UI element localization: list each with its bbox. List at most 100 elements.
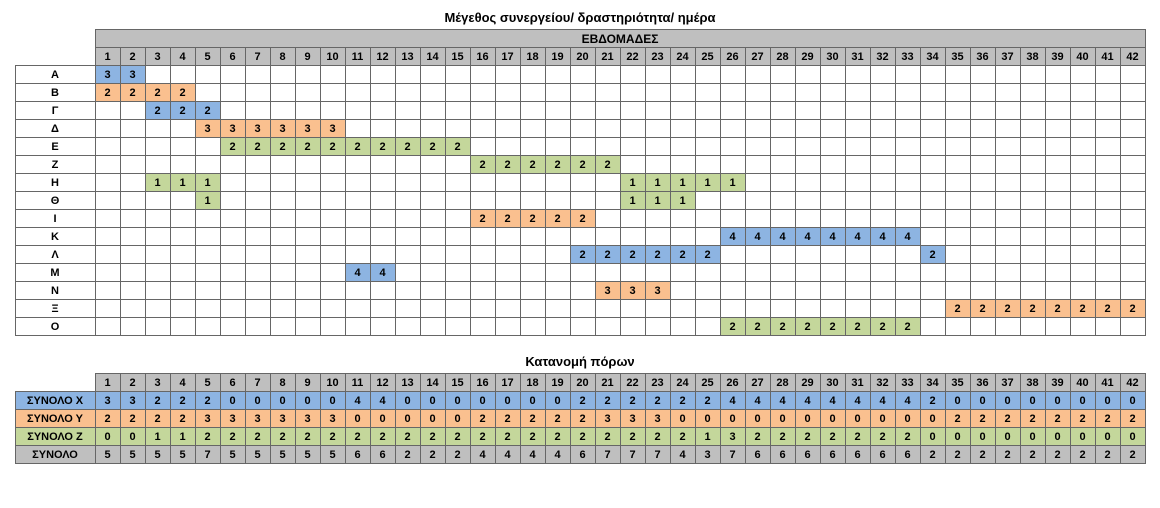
cell-Ν-41: [1095, 282, 1120, 300]
cell-Α-13: [395, 66, 420, 84]
total-ΣΥΝΟΛΟ-5: 7: [195, 446, 220, 464]
cell-Γ-2: [120, 102, 145, 120]
cell-Γ-27: [745, 102, 770, 120]
total-ΣΥΝΟΛΟ Χ-39: 0: [1045, 392, 1070, 410]
cell-Λ-24: 2: [670, 246, 695, 264]
cell-Δ-41: [1095, 120, 1120, 138]
cell-Ξ-6: [220, 300, 245, 318]
cell-Κ-4: [170, 228, 195, 246]
total-ΣΥΝΟΛΟ Χ-27: 4: [745, 392, 770, 410]
total-label-ΣΥΝΟΛΟ Χ: ΣΥΝΟΛΟ Χ: [15, 392, 95, 410]
cell-Ζ-40: [1070, 156, 1095, 174]
cell-Η-2: [120, 174, 145, 192]
cell-Γ-15: [445, 102, 470, 120]
cell-Ε-20: [570, 138, 595, 156]
cell-Α-30: [820, 66, 845, 84]
cell-Ι-39: [1045, 210, 1070, 228]
cell-Δ-39: [1045, 120, 1070, 138]
cell-Ο-32: 2: [870, 318, 895, 336]
cell-Ζ-24: [670, 156, 695, 174]
cell-Θ-28: [770, 192, 795, 210]
total-ΣΥΝΟΛΟ Χ-40: 0: [1070, 392, 1095, 410]
cell-Ο-24: [670, 318, 695, 336]
cell-Μ-8: [270, 264, 295, 282]
cell-Β-37: [995, 84, 1020, 102]
total-ΣΥΝΟΛΟ Χ-7: 0: [245, 392, 270, 410]
total-ΣΥΝΟΛΟ Ζ-40: 0: [1070, 428, 1095, 446]
cell-Ι-4: [170, 210, 195, 228]
cell-Ι-30: [820, 210, 845, 228]
total-ΣΥΝΟΛΟ-40: 2: [1070, 446, 1095, 464]
cell-Λ-32: [870, 246, 895, 264]
total-ΣΥΝΟΛΟ-9: 5: [295, 446, 320, 464]
cell-Ο-12: [370, 318, 395, 336]
cell-Ξ-37: 2: [995, 300, 1020, 318]
cell-Ε-21: [595, 138, 620, 156]
cell-Κ-10: [320, 228, 345, 246]
cell-Ν-25: [695, 282, 720, 300]
total-ΣΥΝΟΛΟ Ζ-5: 2: [195, 428, 220, 446]
cell-Ι-19: 2: [545, 210, 570, 228]
total-ΣΥΝΟΛΟ Ζ-13: 2: [395, 428, 420, 446]
total-ΣΥΝΟΛΟ Υ-37: 2: [995, 410, 1020, 428]
cell-Ε-30: [820, 138, 845, 156]
cell-Ξ-35: 2: [945, 300, 970, 318]
total-ΣΥΝΟΛΟ-32: 6: [870, 446, 895, 464]
cell-Ο-6: [220, 318, 245, 336]
total-ΣΥΝΟΛΟ Υ-12: 0: [370, 410, 395, 428]
cell-Λ-4: [170, 246, 195, 264]
cell-Δ-33: [895, 120, 920, 138]
cell-Ν-33: [895, 282, 920, 300]
cell-Ι-10: [320, 210, 345, 228]
cell-Ζ-33: [895, 156, 920, 174]
cell-Ζ-5: [195, 156, 220, 174]
cell-Ν-22: 3: [620, 282, 645, 300]
total-ΣΥΝΟΛΟ Χ-3: 2: [145, 392, 170, 410]
cell-Γ-30: [820, 102, 845, 120]
cell-Ν-20: [570, 282, 595, 300]
cell-Γ-20: [570, 102, 595, 120]
totals-week-25: 25: [695, 374, 720, 392]
cell-Ξ-27: [745, 300, 770, 318]
total-ΣΥΝΟΛΟ-39: 2: [1045, 446, 1070, 464]
totals-table: 1234567891011121314151617181920212223242…: [10, 373, 1150, 464]
cell-Ξ-14: [420, 300, 445, 318]
cell-Ξ-32: [870, 300, 895, 318]
cell-Ζ-38: [1020, 156, 1045, 174]
total-ΣΥΝΟΛΟ-2: 5: [120, 446, 145, 464]
cell-Γ-34: [920, 102, 945, 120]
week-number-30: 30: [820, 48, 845, 66]
cell-Ο-10: [320, 318, 345, 336]
cell-Μ-21: [595, 264, 620, 282]
cell-Ζ-9: [295, 156, 320, 174]
week-number-21: 21: [595, 48, 620, 66]
cell-Ξ-12: [370, 300, 395, 318]
cell-Ι-3: [145, 210, 170, 228]
cell-Γ-12: [370, 102, 395, 120]
total-ΣΥΝΟΛΟ Χ-14: 0: [420, 392, 445, 410]
cell-Β-23: [645, 84, 670, 102]
cell-Μ-22: [620, 264, 645, 282]
cell-Ζ-32: [870, 156, 895, 174]
cell-Ο-7: [245, 318, 270, 336]
cell-Δ-42: [1120, 120, 1145, 138]
cell-Ε-38: [1020, 138, 1045, 156]
cell-Η-41: [1095, 174, 1120, 192]
cell-Ε-3: [145, 138, 170, 156]
cell-Β-6: [220, 84, 245, 102]
total-ΣΥΝΟΛΟ Ζ-25: 1: [695, 428, 720, 446]
cell-Ξ-16: [470, 300, 495, 318]
cell-Δ-11: [345, 120, 370, 138]
total-ΣΥΝΟΛΟ Χ-10: 0: [320, 392, 345, 410]
cell-Ξ-19: [545, 300, 570, 318]
total-ΣΥΝΟΛΟ-35: 2: [945, 446, 970, 464]
cell-Μ-39: [1045, 264, 1070, 282]
cell-Η-14: [420, 174, 445, 192]
cell-Η-3: 1: [145, 174, 170, 192]
cell-Γ-39: [1045, 102, 1070, 120]
cell-Μ-30: [820, 264, 845, 282]
cell-Α-1: 3: [95, 66, 120, 84]
week-number-31: 31: [845, 48, 870, 66]
cell-Ι-23: [645, 210, 670, 228]
cell-Ν-35: [945, 282, 970, 300]
